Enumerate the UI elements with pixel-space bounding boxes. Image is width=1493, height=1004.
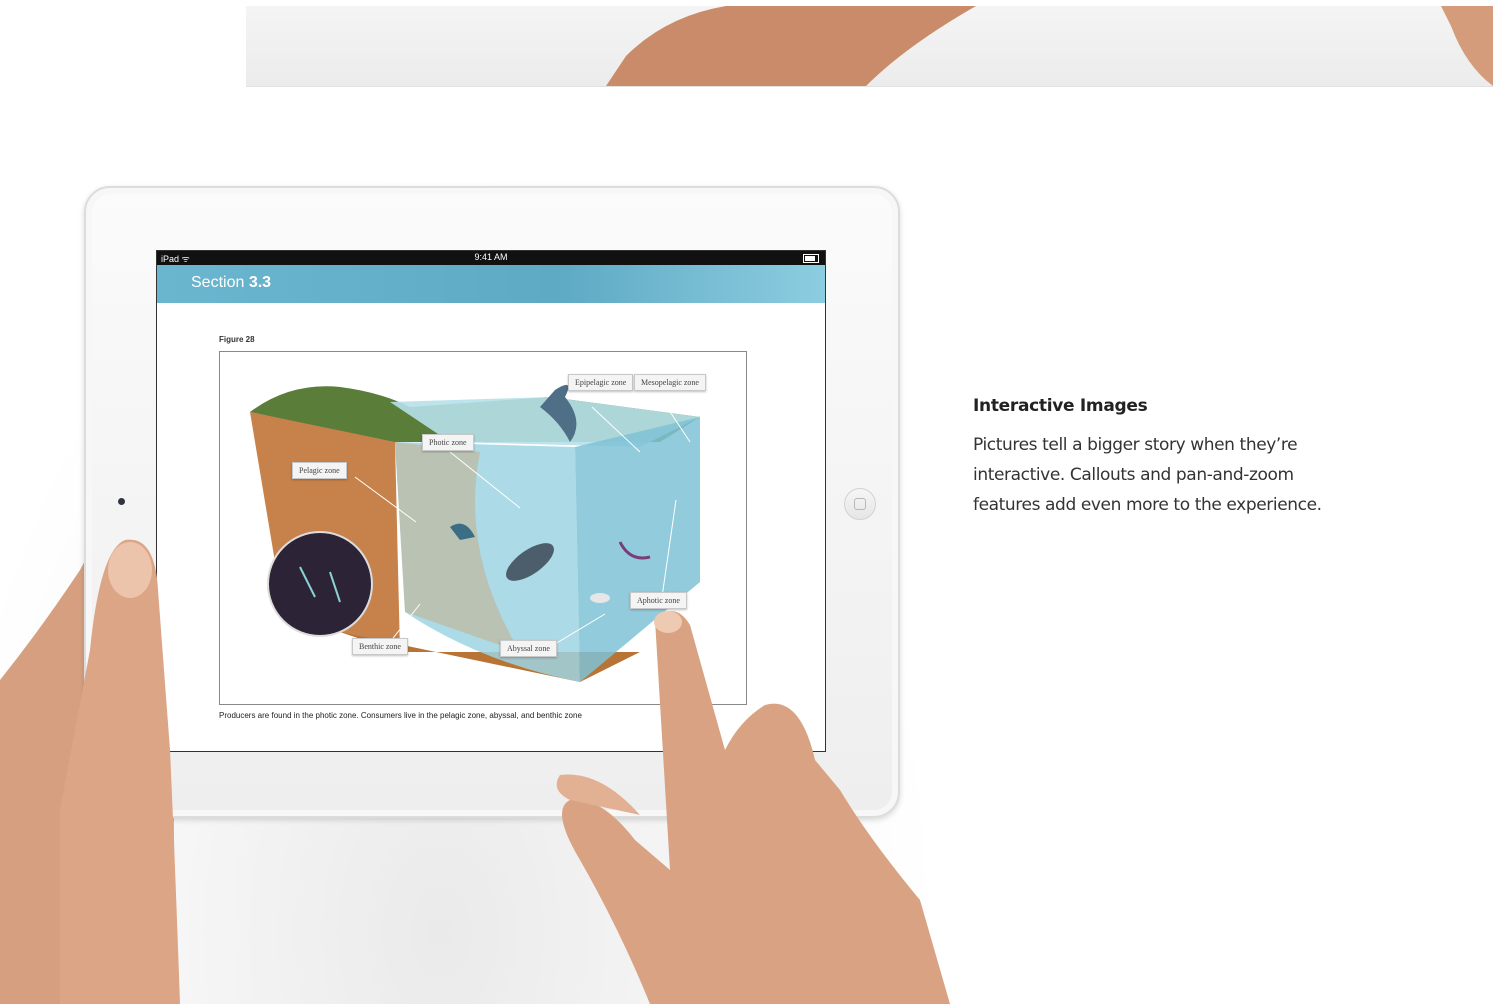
section-title: Section 3.3 bbox=[191, 274, 271, 292]
feature-title: Interactive Images bbox=[973, 396, 1148, 416]
status-time: 9:41 AM bbox=[474, 252, 508, 262]
callout-epipelagic-zone[interactable]: Epipelagic zone bbox=[568, 374, 634, 391]
ipad-hero-scene: iPad ᯤ 9:41 AM Section 3.3 Figure 28 Epi… bbox=[0, 110, 980, 1004]
left-thumb bbox=[60, 539, 180, 1004]
battery-icon bbox=[803, 254, 819, 263]
status-bar: iPad ᯤ 9:41 AM bbox=[157, 251, 825, 265]
right-hand-pointing bbox=[556, 611, 950, 1004]
figure-label: Figure 28 bbox=[219, 335, 255, 344]
feature-body: Pictures tell a bigger story when they’r… bbox=[973, 435, 1322, 515]
figure-caption: Producers are found in the photic zone. … bbox=[219, 711, 582, 720]
feature-description: Interactive Images Pictures tell a bigge… bbox=[973, 396, 1353, 520]
section-prefix: Section bbox=[191, 274, 245, 291]
callout-benthic-zone[interactable]: Benthic zone bbox=[352, 638, 408, 655]
hand-photo-crop bbox=[606, 6, 1493, 86]
home-button[interactable] bbox=[844, 488, 876, 520]
section-number: 3.3 bbox=[248, 274, 272, 291]
previous-section-image-strip bbox=[246, 6, 1493, 87]
callout-mesopelagic-zone[interactable]: Mesopelagic zone bbox=[634, 374, 706, 391]
callout-photic-zone[interactable]: Photic zone bbox=[422, 434, 474, 451]
callout-pelagic-zone[interactable]: Pelagic zone bbox=[292, 462, 347, 479]
front-camera bbox=[118, 498, 125, 505]
section-header: Section 3.3 bbox=[157, 265, 825, 303]
